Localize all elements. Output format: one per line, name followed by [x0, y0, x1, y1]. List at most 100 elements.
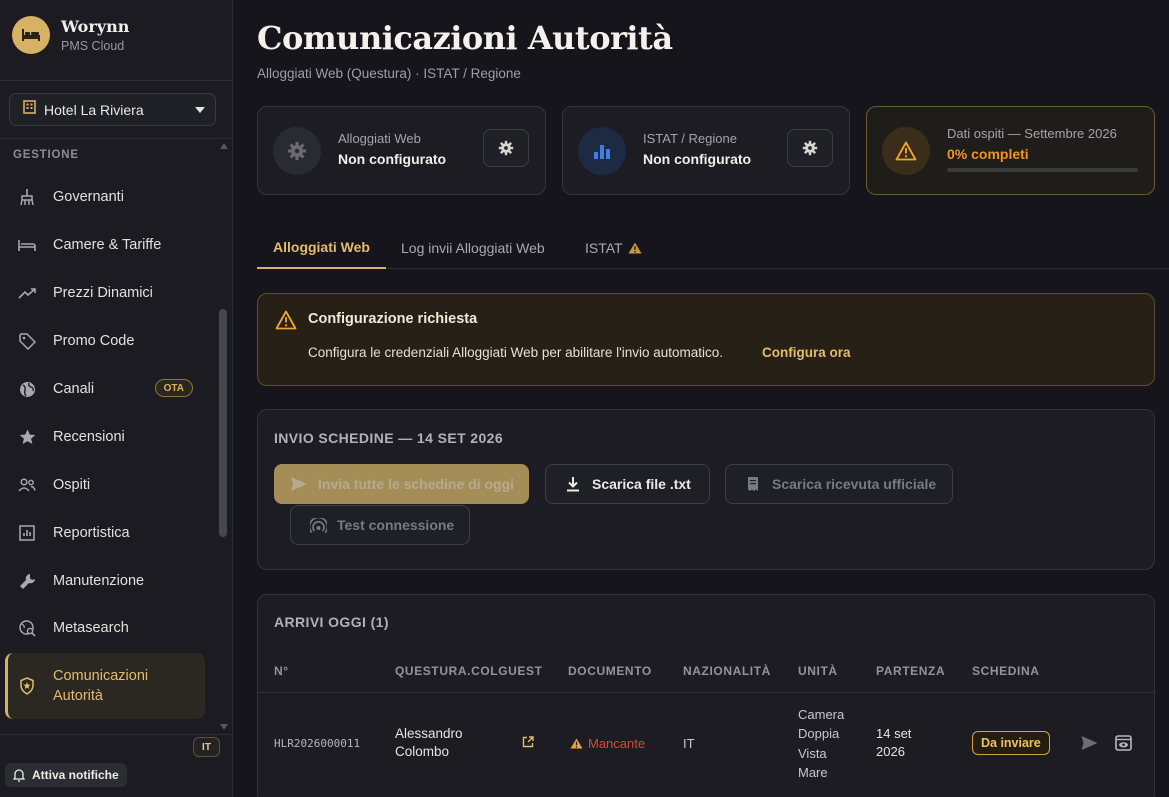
page-subtitle: Alloggiati Web (Questura) · ISTAT / Regi… [257, 66, 521, 81]
tab-alloggiati-web[interactable]: Alloggiati Web [257, 226, 386, 269]
schedina-status-badge: Da inviare [972, 731, 1050, 755]
send-icon[interactable] [1080, 735, 1099, 754]
istat-status-card: ISTAT / Regione Non configurato [562, 106, 850, 195]
alloggiati-status-card: Alloggiati Web Non configurato [257, 106, 546, 195]
users-icon [18, 476, 36, 494]
sidebar-item-promo-code[interactable]: Promo Code [5, 319, 205, 363]
column-header: QUESTURA.COLGUEST [395, 664, 543, 678]
sidebar-item-canali[interactable]: Canali OTA [5, 367, 205, 411]
download-receipt-button[interactable]: Scarica ricevuta ufficiale [725, 464, 953, 504]
departure-date: 14 set 2026 [876, 725, 911, 761]
receipt-icon [744, 476, 762, 492]
sidebar-item-ospiti[interactable]: Ospiti [5, 463, 205, 507]
sidebar-item-prezzi-dinamici[interactable]: Prezzi Dinamici [5, 271, 205, 315]
sidebar-item-label: Canali [53, 381, 95, 397]
sidebar-item-recensioni[interactable]: Recensioni [5, 415, 205, 459]
sidebar-item-label: Promo Code [53, 333, 135, 349]
card-value: Non configurato [643, 151, 752, 167]
building-icon [23, 100, 36, 119]
button-label: Scarica file .txt [592, 476, 691, 492]
tab-istat[interactable]: ISTAT [585, 226, 642, 269]
external-link-icon[interactable] [522, 736, 534, 751]
send-schedine-panel: INVIO SCHEDINE — 14 SET 2026 Invia tutte… [257, 409, 1155, 570]
nationality: IT [683, 736, 695, 751]
download-icon [564, 476, 582, 492]
test-connection-button[interactable]: Test connessione [290, 505, 470, 545]
preview-icon[interactable] [1115, 735, 1132, 754]
scroll-down-arrow[interactable] [220, 724, 228, 730]
sidebar-divider [0, 138, 233, 139]
send-all-button[interactable]: Invia tutte le schedine di oggi [274, 464, 529, 504]
label-line: Autorità [53, 688, 103, 704]
ota-badge: OTA [154, 379, 193, 397]
guest-data-status-card: Dati ospiti — Settembre 2026 0% completi [866, 106, 1155, 195]
tab-bar: Alloggiati Web Log invii Alloggiati Web … [257, 226, 1169, 269]
card-title: ISTAT / Regione [643, 131, 737, 146]
gear-icon [498, 140, 514, 156]
warning-icon [628, 242, 642, 253]
page-title: Comunicazioni Autorità [257, 19, 673, 57]
istat-settings-button[interactable] [787, 129, 833, 167]
guest-last-name: Colombo [395, 744, 450, 759]
sidebar-item-comunicazioni-autorita[interactable]: Comunicazioni Autorità [5, 653, 205, 719]
sidebar-item-governanti[interactable]: Governanti [5, 175, 205, 219]
sidebar-scrollbar[interactable] [219, 309, 227, 537]
sidebar-item-label: Metasearch [53, 620, 129, 636]
sidebar-item-camere-tariffe[interactable]: Camere & Tariffe [5, 223, 205, 267]
download-txt-button[interactable]: Scarica file .txt [545, 464, 710, 504]
brand-name: Worynn [61, 17, 130, 36]
unit-line: Mare [798, 764, 828, 780]
bed-icon [12, 16, 50, 54]
alert-text: Configura le credenziali Alloggiati Web … [308, 345, 724, 360]
unit-line: Vista [798, 745, 827, 761]
sidebar-item-reportistica[interactable]: Reportistica [5, 511, 205, 555]
arrivals-panel: ARRIVI OGGI (1) N° QUESTURA.COLGUEST DOC… [257, 594, 1155, 797]
wrench-icon [18, 572, 36, 590]
unit-line: Camera [798, 707, 845, 722]
tab-label: ISTAT [585, 239, 623, 256]
warning-icon [882, 127, 930, 175]
tab-log-invii[interactable]: Log invii Alloggiati Web [401, 226, 545, 269]
unit: Camera Doppia Vista Mare [798, 705, 844, 782]
configure-now-link[interactable]: Configura ora [762, 345, 851, 360]
document-missing-label: Mancante [588, 736, 646, 751]
progress-bar [947, 168, 1138, 172]
sidebar-item-metasearch[interactable]: Metasearch [5, 606, 205, 650]
card-title: Dati ospiti — Settembre 2026 [947, 126, 1117, 141]
tab-label: Log invii Alloggiati Web [401, 239, 545, 256]
notify-label: Attiva notifiche [32, 768, 119, 782]
sidebar-item-label: Reportistica [53, 525, 130, 541]
gear-icon [273, 127, 321, 175]
alloggiati-settings-button[interactable] [483, 129, 529, 167]
sidebar-item-label: Ospiti [53, 477, 91, 493]
sidebar-divider [0, 80, 233, 81]
guest-name[interactable]: Alessandro Colombo [395, 725, 463, 761]
globe-search-icon [18, 619, 36, 637]
warning-icon [275, 310, 297, 335]
language-badge[interactable]: IT [193, 737, 220, 757]
sidebar-item-manutenzione[interactable]: Manutenzione [5, 559, 205, 603]
trending-up-icon [18, 284, 36, 302]
bell-icon [13, 768, 25, 782]
scroll-up-arrow[interactable] [220, 143, 228, 149]
departure-day: 14 set [876, 726, 912, 741]
card-value: Non configurato [338, 151, 447, 167]
panel-title: INVIO SCHEDINE — 14 SET 2026 [274, 430, 504, 446]
label-line: Comunicazioni [53, 668, 149, 684]
configuration-alert: Configurazione richiesta Configura le cr… [257, 293, 1155, 386]
star-icon [18, 428, 36, 446]
hotel-selector[interactable]: Hotel La Riviera [9, 93, 216, 126]
enable-notifications-button[interactable]: Attiva notifiche [5, 763, 127, 787]
hotel-name: Hotel La Riviera [44, 101, 144, 118]
button-label: Invia tutte le schedine di oggi [318, 476, 515, 492]
tag-icon [18, 332, 36, 350]
guest-first-name: Alessandro [395, 726, 463, 741]
bar-chart-icon [578, 127, 626, 175]
brand[interactable]: Worynn PMS Cloud [12, 16, 129, 54]
document-status: Mancante [570, 736, 645, 751]
registration-number: HLR2026000011 [274, 737, 361, 750]
sidebar-item-label: Comunicazioni Autorità [53, 666, 148, 706]
main-content: Comunicazioni Autorità Alloggiati Web (Q… [233, 0, 1169, 797]
chart-icon [18, 524, 36, 542]
globe-icon [18, 380, 36, 398]
